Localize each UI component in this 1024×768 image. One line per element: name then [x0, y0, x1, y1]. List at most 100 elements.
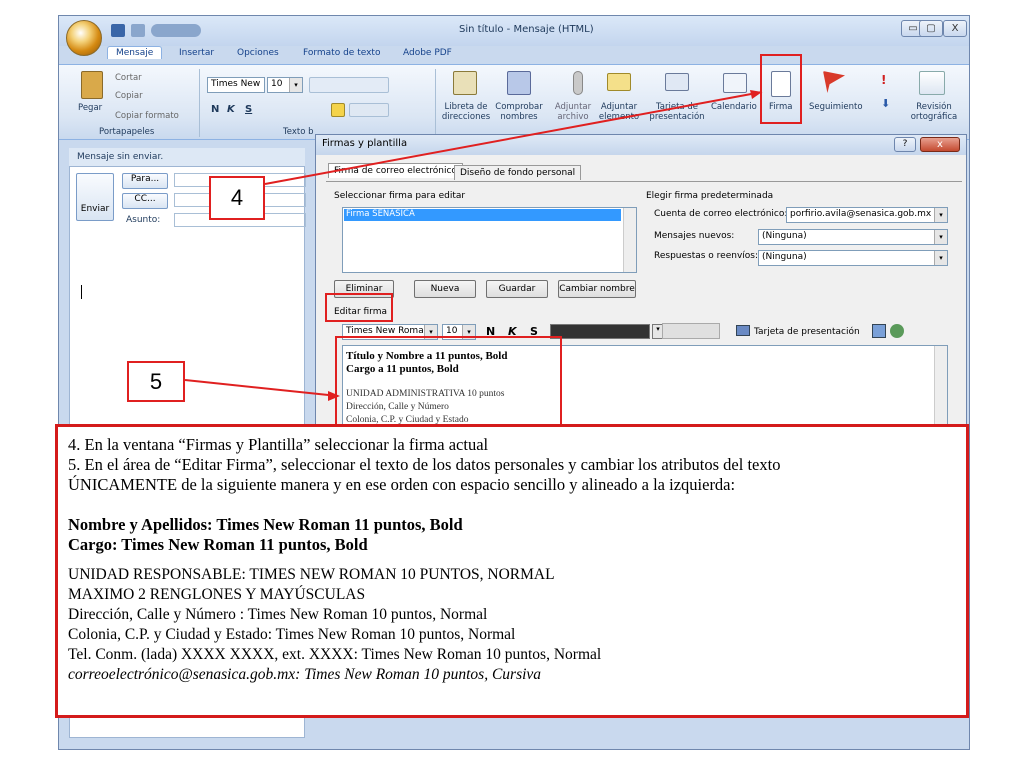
address-book-label[interactable]: Libreta de direcciones: [441, 102, 491, 122]
instruction-step-5: 5. En el área de “Editar Firma”, selecci…: [68, 455, 781, 474]
separator: [199, 69, 200, 137]
bold-icon[interactable]: N: [211, 105, 219, 115]
dialog-title: Firmas y plantilla: [316, 135, 966, 155]
copy-label[interactable]: Copiar: [115, 91, 143, 101]
format-painter-label[interactable]: Copiar formato: [115, 111, 179, 121]
instruction-step-5-cont: ÚNICAMENTE de la siguiente manera y en e…: [68, 475, 736, 494]
cut-label[interactable]: Cortar: [115, 73, 142, 83]
maximize-button[interactable]: ▢: [919, 20, 943, 37]
address-book-icon[interactable]: [453, 71, 477, 95]
flag-icon[interactable]: [823, 71, 845, 93]
alignment-buttons[interactable]: [662, 323, 720, 339]
business-card-icon[interactable]: [736, 325, 750, 336]
envelope-icon[interactable]: [607, 73, 631, 91]
signature-list[interactable]: Firma SENASICA: [342, 207, 637, 273]
subject-label: Asunto:: [126, 215, 161, 225]
underline-icon[interactable]: S: [245, 105, 252, 115]
new-messages-label: Mensajes nuevos:: [654, 231, 735, 241]
calendar-label[interactable]: Calendario: [711, 102, 757, 112]
check-names-label[interactable]: Comprobar nombres: [493, 102, 545, 122]
edit-size-value: 10: [446, 326, 458, 336]
attach-item-label[interactable]: Adjuntar elemento: [597, 102, 641, 122]
replies-value: (Ninguna): [762, 252, 807, 262]
signature-item-selected[interactable]: Firma SENASICA: [344, 209, 621, 221]
font-color-picker[interactable]: [550, 324, 650, 339]
send-button[interactable]: Enviar: [76, 173, 114, 221]
instruction-unit-format: UNIDAD RESPONSABLE: TIMES NEW ROMAN 10 P…: [68, 566, 555, 583]
font-value: Times New: [211, 79, 261, 89]
instruction-phone-format: Tel. Conm. (lada) XXXX XXXX, ext. XXXX: …: [68, 646, 602, 663]
select-signature-label: Seleccionar firma para editar: [334, 191, 466, 201]
paste-label[interactable]: Pegar: [78, 103, 102, 113]
low-importance-icon[interactable]: ⬇: [881, 98, 890, 109]
spelling-icon[interactable]: [919, 71, 945, 95]
new-button[interactable]: Nueva: [414, 280, 476, 298]
picture-icon[interactable]: [872, 324, 886, 338]
window-title: Sin título - Mensaje (HTML): [459, 24, 594, 35]
size-combo[interactable]: 10 ▾: [267, 77, 303, 93]
tab-adobe-pdf[interactable]: Adobe PDF: [403, 48, 452, 58]
edit-font-value: Times New Roman: [346, 326, 430, 336]
close-button[interactable]: X: [943, 20, 967, 37]
email-account-label: Cuenta de correo electrónico:: [654, 209, 788, 219]
tab-formato[interactable]: Formato de texto: [303, 48, 380, 58]
chevron-down-icon: ▾: [289, 78, 302, 92]
tab-opciones[interactable]: Opciones: [237, 48, 279, 58]
scrollbar[interactable]: [623, 208, 636, 272]
hyperlink-icon[interactable]: [890, 324, 904, 338]
cc-button[interactable]: CC...: [122, 193, 168, 209]
office-button[interactable]: [66, 20, 102, 56]
paste-icon[interactable]: [81, 71, 103, 99]
tab-divider: [326, 181, 962, 182]
dialog-close-button[interactable]: x: [920, 137, 960, 152]
business-card-button[interactable]: Tarjeta de presentación: [754, 327, 860, 337]
size-value: 10: [271, 79, 283, 89]
instruction-address-format: Dirección, Calle y Número : Times New Ro…: [68, 606, 488, 623]
font-combo[interactable]: Times New: [207, 77, 265, 93]
save-button[interactable]: Guardar: [486, 280, 548, 298]
send-label: Enviar: [80, 204, 110, 214]
business-card-icon[interactable]: [665, 73, 689, 91]
redo-icon[interactable]: [151, 24, 201, 37]
instruction-colony-format: Colonia, C.P. y Ciudad y Estado: Times N…: [68, 626, 516, 643]
email-account-select[interactable]: porfirio.avila@senasica.gob.mx ▾: [786, 207, 948, 223]
chevron-down-icon: ▾: [934, 251, 947, 265]
calendar-icon[interactable]: [723, 73, 747, 93]
default-signature-label: Elegir firma predeterminada: [646, 191, 774, 201]
followup-label[interactable]: Seguimiento: [809, 102, 863, 112]
chevron-down-icon: ▾: [934, 208, 947, 222]
undo-icon[interactable]: [131, 24, 145, 37]
tab-insertar[interactable]: Insertar: [179, 48, 214, 58]
instruction-cargo-format: Cargo: Times New Roman 11 puntos, Bold: [68, 535, 368, 554]
tab-email-signature[interactable]: Firma de correo electrónico: [328, 163, 463, 178]
ribbon-tabs: Mensaje Insertar Opciones Formato de tex…: [59, 46, 969, 64]
replies-label: Respuestas o reenvíos:: [654, 251, 759, 261]
editor-scrollbar[interactable]: [934, 346, 947, 434]
to-button[interactable]: Para...: [122, 173, 168, 189]
tab-mensaje[interactable]: Mensaje: [107, 46, 163, 59]
instruction-name-format: Nombre y Apellidos: Times New Roman 11 p…: [68, 515, 463, 534]
new-messages-select[interactable]: (Ninguna) ▾: [758, 229, 948, 245]
signature-highlight-box: [760, 54, 802, 124]
attach-file-label[interactable]: Adjuntar archivo: [553, 102, 593, 122]
tab-stationery[interactable]: Diseño de fondo personal: [454, 165, 582, 180]
business-card-label[interactable]: Tarjeta de presentación: [645, 102, 709, 122]
importance-icon[interactable]: !: [881, 74, 886, 86]
rename-button[interactable]: Cambiar nombre: [558, 280, 636, 298]
title-bar: Sin título - Mensaje (HTML) ▭ ▢ X: [59, 16, 969, 46]
paperclip-icon[interactable]: [573, 71, 583, 95]
instruction-email-format: correoelectrónico@senasica.gob.mx: Times…: [68, 666, 542, 683]
font-tools[interactable]: [309, 77, 389, 93]
spelling-label[interactable]: Revisión ortográfica: [903, 102, 965, 122]
help-button[interactable]: ?: [894, 137, 916, 152]
italic-icon[interactable]: K: [227, 105, 235, 115]
instructions-box: 4. En la ventana “Firmas y Plantilla” se…: [55, 424, 969, 718]
align-left-icon[interactable]: [331, 103, 345, 117]
replies-select[interactable]: (Ninguna) ▾: [758, 250, 948, 266]
check-names-icon[interactable]: [507, 71, 531, 95]
save-icon[interactable]: [111, 24, 125, 37]
align-icons[interactable]: [349, 103, 389, 117]
edit-signature-highlight-box: [325, 293, 393, 322]
